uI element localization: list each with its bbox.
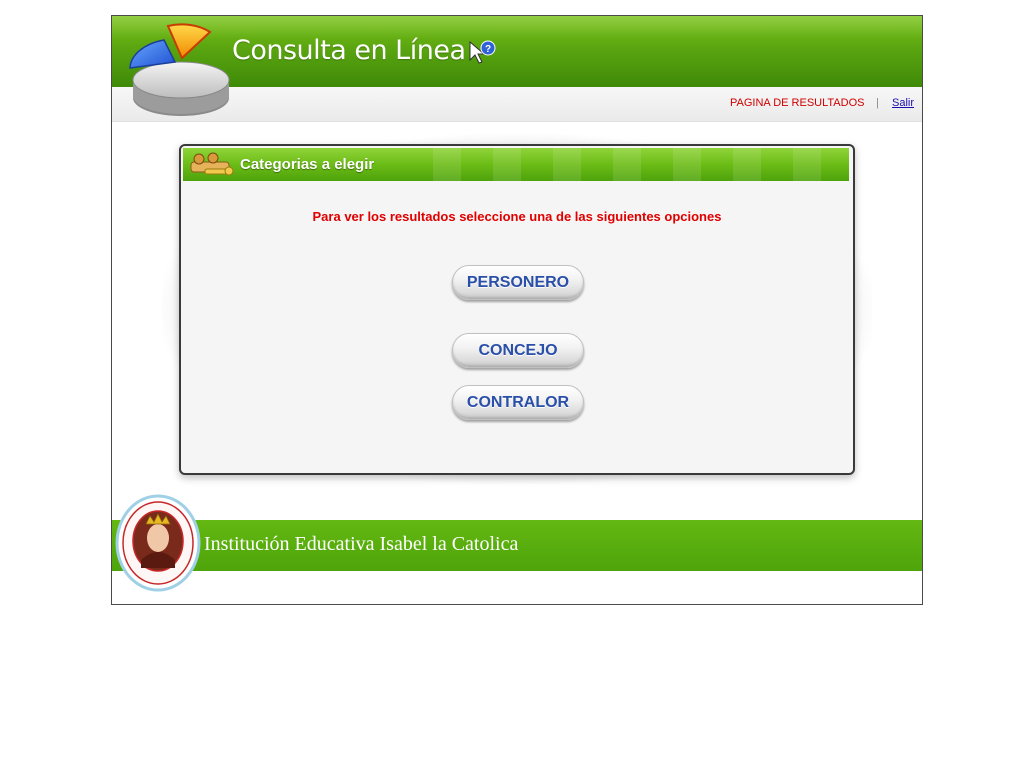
nav-separator: | bbox=[876, 97, 879, 109]
app-title: Consulta en Línea bbox=[232, 35, 466, 66]
instruction-text: Para ver los resultados seleccione una d… bbox=[312, 209, 722, 224]
users-key-icon bbox=[190, 152, 234, 176]
contralor-button[interactable]: CONTRALOR bbox=[452, 385, 584, 420]
school-seal-icon bbox=[115, 494, 201, 592]
svg-text:?: ? bbox=[485, 44, 491, 55]
exit-link[interactable]: Salir bbox=[892, 97, 914, 109]
help-cursor-icon[interactable]: ? bbox=[468, 40, 496, 66]
concejo-button[interactable]: CONCEJO bbox=[452, 333, 584, 368]
panel-header: Categorias a elegir bbox=[183, 148, 849, 181]
page-frame: Consulta en Línea ? PAGINA DE RESULTADOS… bbox=[111, 15, 923, 605]
panel-title: Categorias a elegir bbox=[240, 156, 375, 173]
pie-chart-logo-icon bbox=[129, 23, 230, 116]
categories-panel: Categorias a elegir Para ver los resulta… bbox=[179, 144, 855, 475]
institution-name: Institución Educativa Isabel la Catolica bbox=[204, 533, 519, 555]
results-page-link[interactable]: PAGINA DE RESULTADOS bbox=[730, 97, 864, 109]
personero-button[interactable]: PERSONERO bbox=[452, 265, 584, 300]
